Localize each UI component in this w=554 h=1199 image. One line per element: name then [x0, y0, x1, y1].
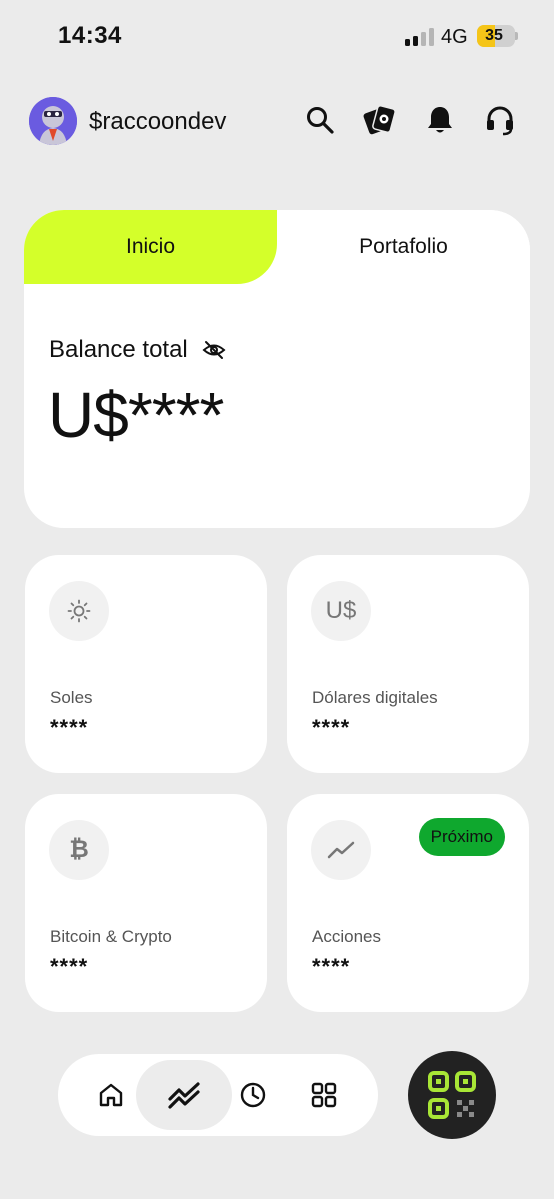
tile-value: ****	[50, 954, 89, 979]
balance-value: U$****	[48, 379, 224, 451]
network-type: 4G	[441, 26, 468, 48]
bell-icon[interactable]	[422, 102, 458, 138]
grid-icon[interactable]	[294, 1065, 354, 1125]
signal-icon	[405, 28, 435, 46]
trend-icon	[311, 820, 371, 880]
avatar[interactable]	[29, 97, 77, 145]
home-icon[interactable]	[81, 1065, 141, 1125]
tile-label: Bitcoin & Crypto	[50, 927, 172, 946]
tab-inicio[interactable]: Inicio	[24, 210, 277, 284]
tile-label: Soles	[50, 688, 93, 707]
search-icon[interactable]	[302, 102, 338, 138]
clock-icon[interactable]	[223, 1065, 283, 1125]
sun-icon	[49, 581, 109, 641]
tile-dolares-digitales[interactable]: U$ Dólares digitales ****	[287, 555, 529, 773]
battery-level: 35	[485, 27, 503, 44]
tile-label: Dólares digitales	[312, 688, 438, 707]
tile-value: ****	[312, 715, 351, 740]
headset-icon[interactable]	[482, 102, 518, 138]
tile-bitcoin-crypto[interactable]: ₿ Bitcoin & Crypto ****	[25, 794, 267, 1012]
tab-portafolio[interactable]: Portafolio	[277, 210, 530, 284]
tile-label: Acciones	[312, 927, 381, 946]
battery-cap	[515, 32, 518, 40]
bitcoin-icon: ₿	[49, 820, 109, 880]
qr-scan-button[interactable]	[408, 1051, 496, 1139]
tile-value: ****	[50, 715, 89, 740]
cards-icon[interactable]	[362, 102, 398, 138]
qr-scan-icon	[428, 1071, 476, 1119]
status-time: 14:34	[58, 22, 122, 49]
tile-value: ****	[312, 954, 351, 979]
username[interactable]: $raccoondev	[89, 108, 226, 136]
tile-soles[interactable]: Soles ****	[25, 555, 267, 773]
balance-card: Inicio Portafolio Balance total U$****	[24, 210, 530, 528]
balance-label-row: Balance total	[49, 336, 226, 364]
bottom-nav	[58, 1054, 378, 1136]
balance-label: Balance total	[49, 336, 188, 363]
tile-acciones[interactable]: Próximo Acciones ****	[287, 794, 529, 1012]
battery-icon: 35	[477, 25, 515, 47]
status-bar: 14:34 4G 35	[0, 0, 554, 72]
dollar-icon: U$	[311, 581, 371, 641]
eye-off-icon[interactable]	[202, 340, 226, 360]
nav-trend-icon[interactable]	[136, 1060, 232, 1130]
status-badge: Próximo	[418, 818, 505, 856]
